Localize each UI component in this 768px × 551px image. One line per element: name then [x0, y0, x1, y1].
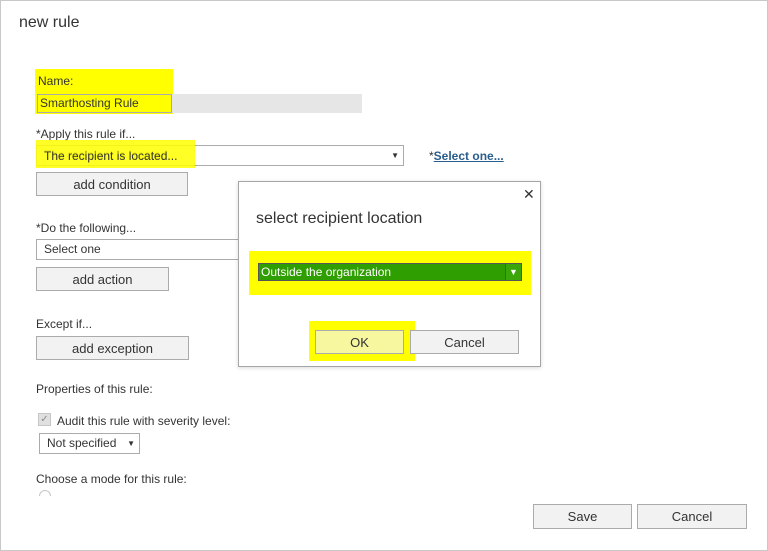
name-field[interactable]: Smarthosting Rule — [37, 94, 172, 113]
mode-radio[interactable] — [39, 490, 51, 496]
add-exception-button[interactable]: add exception — [36, 336, 189, 360]
condition-select[interactable]: The recipient is located... ▼ — [36, 145, 404, 166]
location-selected-value: Outside the organization — [261, 265, 392, 279]
chevron-down-icon: ▼ — [391, 151, 399, 160]
save-button[interactable]: Save — [533, 504, 632, 529]
severity-selected-value: Not specified — [47, 436, 117, 450]
chevron-down-icon: ▼ — [127, 439, 135, 448]
condition-selected-value: The recipient is located... — [44, 148, 178, 162]
name-field-extension — [171, 94, 362, 113]
severity-select[interactable]: Not specified ▼ — [39, 433, 140, 454]
select-one-link-text: Select one... — [433, 149, 504, 163]
dialog-title: select recipient location — [256, 210, 423, 227]
page-title: new rule — [19, 14, 80, 31]
mode-label: Choose a mode for this rule: — [36, 472, 187, 486]
do-following-label: *Do the following... — [36, 221, 137, 235]
new-rule-window: new rule Name: Smarthosting Rule *Apply … — [0, 0, 768, 551]
action-selected-value: Select one — [44, 242, 101, 256]
ok-button[interactable]: OK — [315, 330, 404, 354]
checkmark-icon: ✓ — [40, 414, 49, 425]
audit-label: Audit this rule with severity level: — [57, 414, 231, 428]
close-icon[interactable]: ✕ — [523, 187, 535, 201]
chevron-down-icon[interactable]: ▼ — [505, 264, 521, 280]
location-select[interactable]: Outside the organization ▼ — [258, 263, 522, 281]
action-select[interactable]: Select one — [36, 239, 239, 260]
cancel-button[interactable]: Cancel — [637, 504, 747, 529]
audit-checkbox[interactable]: ✓ — [38, 413, 51, 426]
name-label: Name: — [38, 74, 74, 88]
dialog-cancel-button[interactable]: Cancel — [410, 330, 519, 354]
except-if-label: Except if... — [36, 317, 93, 331]
apply-rule-label: *Apply this rule if... — [36, 127, 136, 141]
properties-label: Properties of this rule: — [36, 382, 153, 396]
add-action-button[interactable]: add action — [36, 267, 169, 291]
select-one-link[interactable]: *Select one... — [429, 149, 504, 163]
select-recipient-location-dialog: ✕ select recipient location Outside the … — [238, 181, 541, 367]
add-condition-button[interactable]: add condition — [36, 172, 188, 196]
